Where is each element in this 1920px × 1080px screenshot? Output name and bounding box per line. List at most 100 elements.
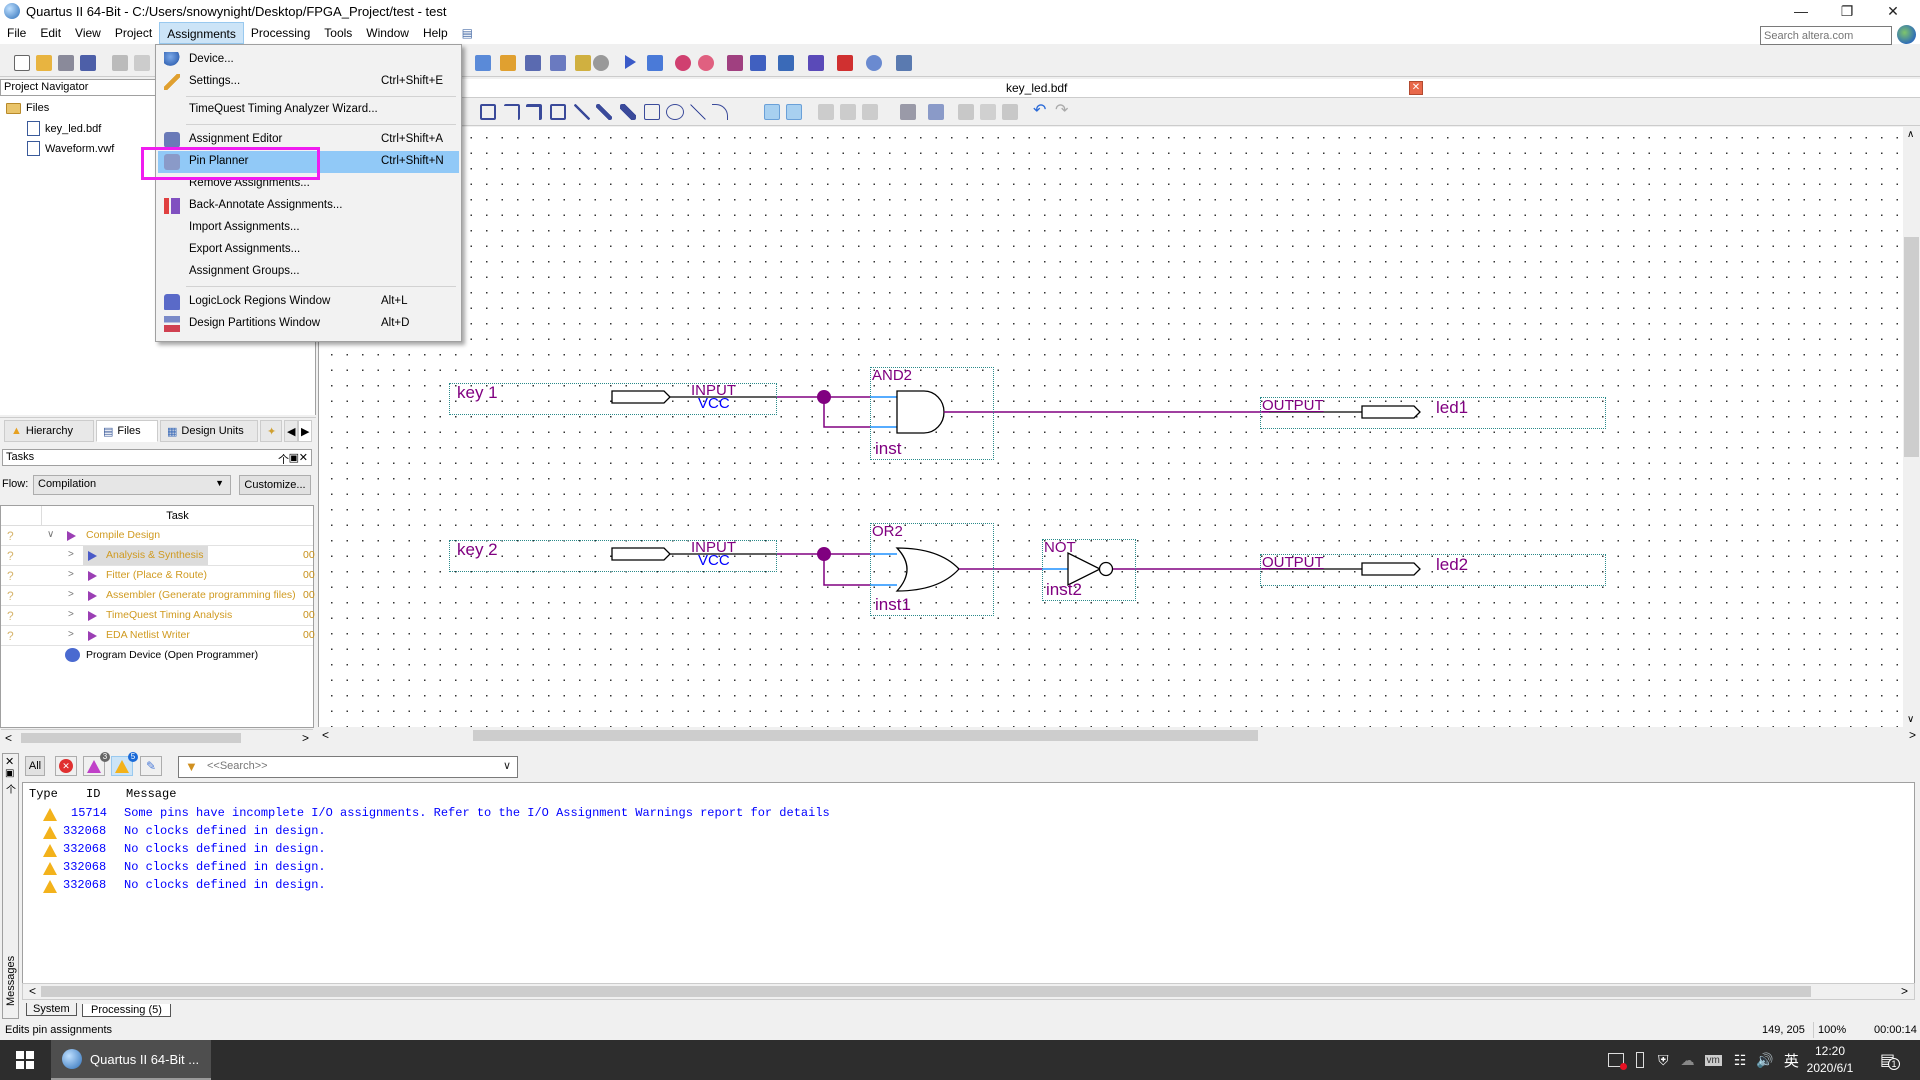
usb-icon[interactable] — [1636, 1052, 1644, 1068]
arc-icon[interactable] — [712, 104, 728, 120]
menu-project[interactable]: Project — [108, 22, 159, 44]
tasks-horizontal-scrollbar[interactable]: < > — [1, 729, 313, 746]
task-row[interactable]: ? > EDA Netlist Writer 00 — [1, 626, 315, 646]
rtl-viewer-icon[interactable] — [727, 55, 743, 71]
tech-map-icon[interactable] — [750, 55, 766, 71]
feedback-toolbar-icon[interactable] — [896, 55, 912, 71]
block-tool-icon[interactable] — [480, 104, 496, 120]
scroll-down-icon[interactable]: ∨ — [1907, 714, 1914, 725]
filter-error-button[interactable]: ✕ — [55, 756, 77, 776]
messages-horizontal-scrollbar[interactable]: < > — [22, 983, 1915, 1000]
orthogonal-bus-icon[interactable] — [526, 104, 542, 120]
tab-processing[interactable]: Processing (5) — [82, 1004, 171, 1017]
customize-button[interactable]: Customize... — [239, 475, 311, 495]
task-row[interactable]: ? > Assembler (Generate programming file… — [1, 586, 315, 606]
settings-toolbar-icon[interactable] — [500, 55, 516, 71]
help-icon[interactable] — [866, 55, 882, 71]
column-message[interactable]: Message — [126, 787, 176, 801]
task-row[interactable]: ? > TimeQuest Timing Analysis 00 — [1, 606, 315, 626]
chevron-right-icon[interactable]: > — [68, 629, 74, 640]
print-icon[interactable] — [928, 104, 944, 120]
tab-scroll-left[interactable]: ◀ — [284, 420, 298, 442]
cut-icon[interactable] — [958, 104, 974, 120]
schematic-canvas[interactable]: key 1 INPUT VCC AND2 inst OUTPUT led1 ke… — [318, 127, 1903, 727]
task-column-header[interactable]: Task — [41, 506, 313, 526]
timing2-icon[interactable] — [698, 55, 714, 71]
chevron-right-icon[interactable]: > — [68, 549, 74, 560]
close-tasks-icon[interactable]: ✕ — [299, 451, 308, 464]
start-button[interactable] — [0, 1040, 50, 1080]
rectangle-icon[interactable] — [644, 104, 660, 120]
network-icon[interactable]: ☷ — [1734, 1052, 1747, 1069]
copy-icon[interactable] — [980, 104, 996, 120]
tab-files[interactable]: ▤ Files — [96, 420, 158, 442]
scrollbar-thumb[interactable] — [1904, 237, 1919, 457]
task-row[interactable]: ? > Analysis & Synthesis 00 — [1, 546, 315, 566]
start-compilation-icon[interactable] — [625, 55, 636, 69]
scrollbar-thumb[interactable] — [41, 986, 1811, 997]
tab-design-units[interactable]: ▦ Design Units — [160, 420, 258, 442]
scroll-left-icon[interactable]: < — [322, 728, 329, 742]
altera-search-input[interactable] — [1760, 26, 1892, 45]
programmer-icon[interactable] — [808, 55, 824, 71]
tab-system[interactable]: System — [26, 1003, 77, 1016]
scrollbar-thumb[interactable] — [473, 730, 1258, 741]
taskbar-quartus-app[interactable]: Quartus II 64-Bit ... — [51, 1040, 211, 1080]
menu-item-device[interactable]: Device... — [158, 49, 459, 71]
rotate-icon[interactable] — [862, 104, 878, 120]
document-tab-title[interactable]: key_led.bdf — [1006, 81, 1067, 95]
canvas-horizontal-scrollbar[interactable]: < > — [318, 727, 1920, 744]
flip-vertical-icon[interactable] — [840, 104, 856, 120]
menu-item-export-assignments[interactable]: Export Assignments... — [158, 239, 459, 261]
menu-window[interactable]: Window — [359, 22, 416, 44]
chevron-down-icon[interactable]: ∨ — [47, 529, 54, 540]
timing-icon[interactable] — [675, 55, 691, 71]
notification-center-icon[interactable]: ▤ 1 — [1880, 1050, 1900, 1070]
flip-horizontal-icon[interactable] — [818, 104, 834, 120]
menu-assignments[interactable]: Assignments — [159, 22, 244, 44]
menu-edit[interactable]: Edit — [33, 22, 68, 44]
restore-button[interactable]: ❐ — [1824, 0, 1870, 22]
assignment-editor-toolbar-icon[interactable] — [525, 55, 541, 71]
float-icon[interactable]: ▣ — [289, 451, 299, 464]
save-icon[interactable] — [900, 104, 916, 120]
security-shield-icon[interactable]: ⛨ — [1658, 1052, 1669, 1069]
remote-desktop-icon[interactable] — [1608, 1053, 1627, 1070]
pin-icon[interactable]: 个 — [6, 781, 16, 796]
save-all-icon[interactable] — [80, 55, 96, 71]
column-id[interactable]: ID — [86, 787, 100, 801]
scrollbar-thumb[interactable] — [21, 733, 241, 743]
device-toolbar-icon[interactable] — [475, 55, 491, 71]
diagonal-conduit-icon[interactable] — [620, 104, 636, 120]
open-folder-icon[interactable] — [36, 55, 52, 71]
chip-planner-toolbar-icon[interactable] — [575, 55, 591, 71]
pin-planner-toolbar-icon[interactable] — [550, 55, 566, 71]
flow-select[interactable]: Compilation ▼ — [33, 475, 231, 495]
onedrive-icon[interactable]: ☁ — [1681, 1052, 1695, 1069]
menu-item-logiclock[interactable]: LogicLock Regions Window Alt+L — [158, 291, 459, 313]
line-icon[interactable] — [690, 104, 706, 120]
undo-icon[interactable]: ↶ — [1033, 103, 1049, 120]
filter-all-button[interactable]: All — [25, 756, 45, 776]
new-file-icon[interactable] — [14, 55, 30, 71]
clock[interactable]: 12:20 2020/6/1 — [1795, 1043, 1865, 1077]
canvas-vertical-scrollbar[interactable]: ∧ ∨ — [1903, 127, 1920, 727]
diagonal-node-icon[interactable] — [574, 104, 590, 120]
menu-help[interactable]: Help — [416, 22, 455, 44]
tab-scroll-right[interactable]: ▶ — [298, 420, 312, 442]
chevron-right-icon[interactable]: > — [68, 609, 74, 620]
tab-ip-components[interactable]: ✦ — [260, 420, 282, 442]
scroll-right-icon[interactable]: > — [1901, 984, 1908, 998]
scroll-left-icon[interactable]: < — [5, 731, 12, 745]
cut-icon[interactable] — [112, 55, 128, 71]
redo-icon[interactable]: ↷ — [1055, 103, 1071, 120]
menu-item-back-annotate[interactable]: Back-Annotate Assignments... — [158, 195, 459, 217]
menu-view[interactable]: View — [68, 22, 108, 44]
message-search-input[interactable]: ▼ <<Search>> ∨ — [178, 756, 518, 778]
menu-processing[interactable]: Processing — [244, 22, 317, 44]
scroll-left-icon[interactable]: < — [29, 984, 36, 998]
scroll-right-icon[interactable]: > — [302, 731, 309, 745]
stop-icon[interactable] — [593, 55, 609, 71]
globe-icon[interactable] — [1897, 25, 1916, 44]
filter-critical-warning-button[interactable]: 3 — [83, 752, 110, 776]
